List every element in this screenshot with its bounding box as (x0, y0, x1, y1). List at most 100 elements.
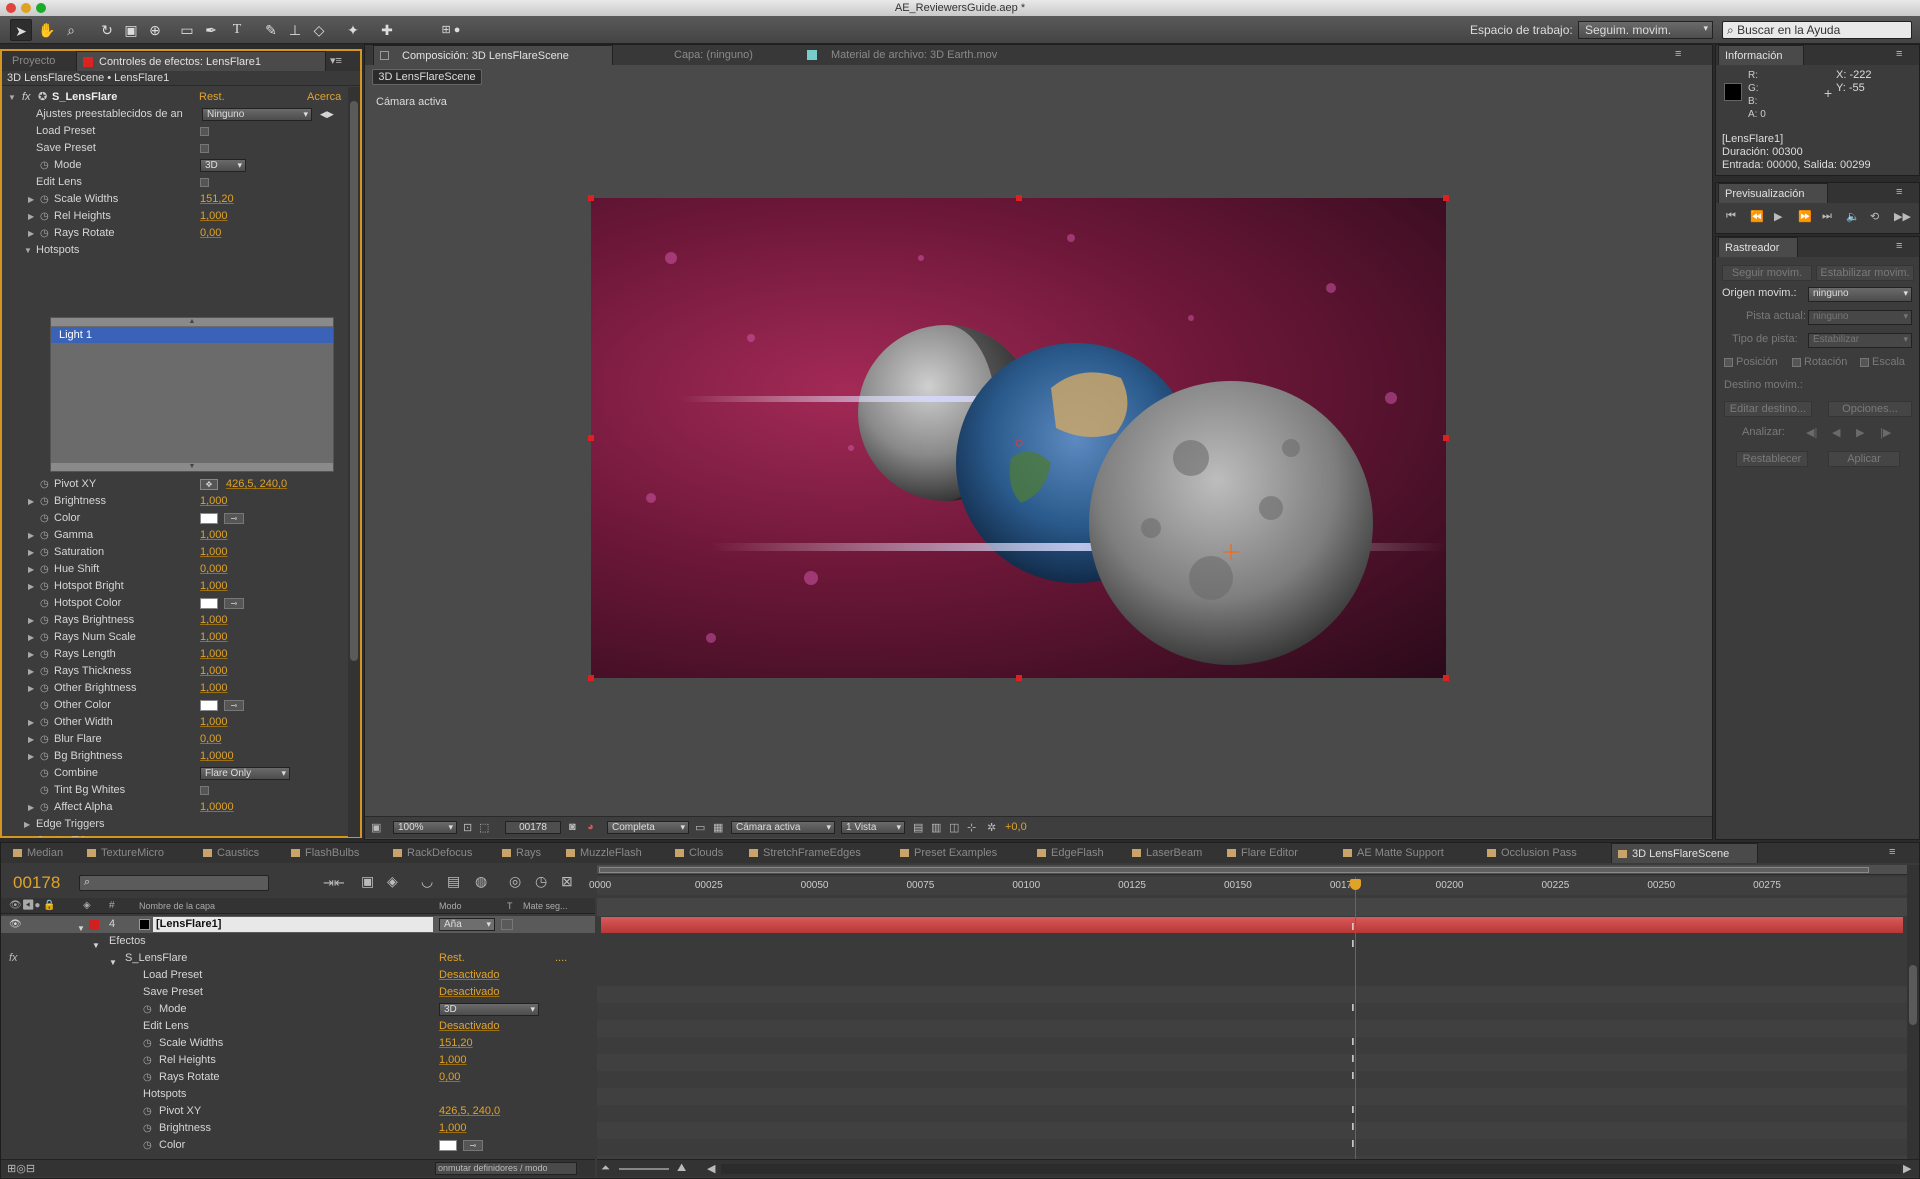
timeline-tab-median[interactable]: Median (7, 843, 77, 863)
param-row-other-color[interactable]: ◷ Other Color ⊸ (2, 697, 342, 714)
timeline-scrollbar[interactable] (1907, 865, 1919, 1159)
bounds-handle-tl[interactable] (588, 195, 594, 201)
twirl-closed-icon[interactable]: ▶ (28, 208, 34, 225)
reset-button[interactable]: Restablecer (1736, 451, 1808, 467)
eyedropper-icon[interactable]: ⊸ (224, 598, 244, 609)
fx-icon[interactable]: fx (22, 89, 31, 106)
param-value[interactable]: 1,000 (200, 646, 228, 663)
twirl-closed-icon[interactable]: ▶ (24, 816, 30, 833)
keyframe-marker[interactable]: I (1352, 1037, 1355, 1048)
views-layout-dropdown[interactable]: 1 Vista (841, 821, 905, 834)
eyedropper-icon[interactable]: ⊸ (224, 513, 244, 524)
param-value[interactable]: 0,00 (200, 731, 221, 748)
timeline-effect-ellipsis[interactable]: .... (555, 950, 567, 967)
timeline-prop-value[interactable]: Desactivado (439, 1018, 500, 1035)
panel-menu-icon[interactable]: ≡ (1896, 240, 1902, 252)
twirl-closed-icon[interactable]: ▶ (28, 714, 34, 731)
twirl-closed-icon[interactable]: ▶ (28, 612, 34, 629)
shy-layers-icon[interactable]: ◡ (421, 873, 433, 890)
auto-keyframe-icon[interactable]: ◷ (535, 873, 547, 890)
timeline-prop-row-load-preset[interactable]: Load Preset Desactivado (1, 967, 595, 984)
hotspot-list-item[interactable]: Light 1 (51, 327, 333, 343)
stopwatch-icon[interactable]: ◷ (40, 510, 49, 527)
param-value[interactable]: 0,000 (200, 561, 228, 578)
timeline-prop-row-brightness[interactable]: ◷ Brightness 1,000 (1, 1120, 595, 1137)
twirl-closed-icon[interactable]: ▶ (28, 646, 34, 663)
param-row-rays-num-scale[interactable]: ▶ ◷ Rays Num Scale 1,000 (2, 629, 342, 646)
eyedropper-icon[interactable]: ⊸ (463, 1140, 483, 1151)
param-row-rel-heights[interactable]: ▶ ◷ Rel Heights 1,000 (2, 208, 342, 225)
param-value[interactable]: 0,00 (200, 225, 221, 242)
bounds-handle-bl[interactable] (588, 675, 594, 681)
color-swatch[interactable] (439, 1140, 457, 1151)
param-checkbox[interactable] (200, 178, 209, 187)
param-value[interactable]: 1,0000 (200, 748, 234, 765)
tab-info[interactable]: Información (1718, 45, 1804, 65)
param-dropdown[interactable]: 3D (200, 159, 246, 172)
tab-footage[interactable]: Material de archivo: 3D Earth.mov (795, 45, 1055, 65)
loop-icon[interactable]: ⟲ (1870, 210, 1879, 223)
param-row-rays-rotate[interactable]: ▶ ◷ Rays Rotate 0,00 (2, 225, 342, 242)
layer-row[interactable]: 👁 ▼ 4 [LensFlare1] Aña (1, 916, 595, 933)
comp-settings-icons[interactable]: ⊞◎⊟ (7, 1162, 35, 1175)
hand-tool-icon[interactable]: ✋ (36, 19, 58, 41)
keyframe-marker[interactable]: I (1352, 1054, 1355, 1065)
list-scroll-up-icon[interactable]: ▲ (51, 318, 333, 326)
bounds-handle-br[interactable] (1443, 675, 1449, 681)
motion-source-dropdown[interactable]: ninguno (1808, 287, 1912, 302)
frame-blending-icon[interactable]: ▤ (447, 873, 460, 890)
current-frame-field[interactable]: 00178 (505, 821, 561, 834)
stopwatch-icon[interactable]: ◷ (143, 1052, 152, 1069)
audio-icon[interactable]: 🔈 (1846, 210, 1860, 223)
bounds-handle-ml[interactable] (588, 435, 594, 441)
comp-mini-flowchart-icon[interactable]: ⇥⇤ (323, 875, 345, 891)
list-scroll-down-icon[interactable]: ▼ (51, 463, 333, 471)
horizontal-scrollbar[interactable] (721, 1164, 1901, 1174)
work-area-bar[interactable] (597, 865, 1907, 875)
draft-3d-icon[interactable]: ◈ (387, 873, 398, 890)
stopwatch-icon[interactable]: ◷ (40, 748, 49, 765)
toggle-pixel-aspect-icon[interactable]: ▤ (913, 821, 923, 834)
bounds-handle-bc[interactable] (1016, 675, 1022, 681)
stopwatch-icon[interactable]: ◷ (40, 578, 49, 595)
resolution-dropdown[interactable]: Completa (607, 821, 689, 834)
timeline-tab-flare-editor[interactable]: Flare Editor (1221, 843, 1333, 863)
param-value[interactable]: 1,000 (200, 663, 228, 680)
selection-tool-icon[interactable]: ➤ (10, 19, 32, 41)
param-value[interactable]: 1,0000 (200, 799, 234, 816)
keyframe-marker[interactable]: I (1352, 1122, 1355, 1133)
param-checkbox[interactable] (200, 144, 209, 153)
color-swatch[interactable] (200, 700, 218, 711)
work-area-range[interactable] (599, 867, 1869, 873)
exposure-value[interactable]: +0,0 (1005, 821, 1027, 833)
param-value[interactable]: 1,000 (200, 208, 228, 225)
param-row-affect-alpha[interactable]: ▶ ◷ Affect Alpha 1,0000 (2, 799, 342, 816)
stopwatch-icon[interactable]: ◷ (143, 1137, 152, 1154)
twirl-closed-icon[interactable]: ▶ (28, 225, 34, 242)
effect-about-link[interactable]: Acerca (307, 89, 341, 106)
transparency-grid-icon[interactable]: ▦ (713, 821, 723, 834)
position-checkbox[interactable] (1724, 358, 1733, 367)
stopwatch-icon[interactable]: ◷ (40, 208, 49, 225)
param-row-hotspot-bright[interactable]: ▶ ◷ Hotspot Bright 1,000 (2, 578, 342, 595)
timeline-prop-value[interactable]: Desactivado (439, 967, 500, 984)
preserve-transparency-box[interactable] (501, 919, 513, 930)
zoom-tool-icon[interactable]: ⌕ (60, 19, 82, 41)
keyframe-marker[interactable]: I (1352, 1003, 1355, 1014)
param-value[interactable]: 426,5, 240,0 (226, 476, 287, 493)
zoom-window-button[interactable] (36, 3, 46, 13)
stopwatch-icon[interactable]: ◷ (143, 1120, 152, 1137)
param-value[interactable]: 1,000 (200, 629, 228, 646)
twirl-closed-icon[interactable]: ▶ (28, 799, 34, 816)
param-row-edge-triggers[interactable]: ▶ Edge Triggers (2, 816, 342, 833)
param-value[interactable]: 1,000 (200, 544, 228, 561)
tab-composition[interactable]: Composición: 3D LensFlareScene (373, 45, 613, 65)
blend-mode-dropdown[interactable]: Aña (439, 918, 495, 931)
timeline-tab-edgeflash[interactable]: EdgeFlash (1031, 843, 1122, 863)
keyframe-marker[interactable]: I (1352, 1139, 1355, 1150)
effect-row[interactable]: fx ▼ S_LensFlare Rest. .... (1, 950, 595, 967)
timeline-tab-muzzleflash[interactable]: MuzzleFlash (560, 843, 665, 863)
brush-tool-icon[interactable]: ✎ (260, 19, 282, 41)
play-icon[interactable]: ▶ (1774, 210, 1782, 223)
stopwatch-icon[interactable]: ◷ (40, 765, 49, 782)
